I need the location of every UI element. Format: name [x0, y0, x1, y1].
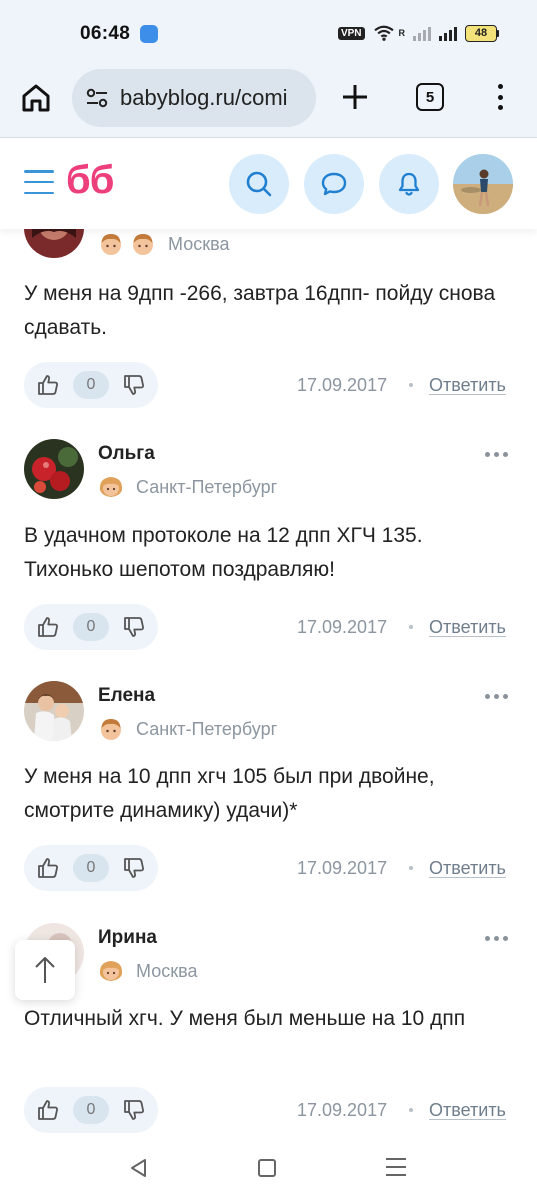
- home-nav-icon[interactable]: [258, 1159, 276, 1177]
- back-icon[interactable]: [128, 1157, 150, 1179]
- separator-dot: [409, 866, 413, 870]
- author-name[interactable]: Ирина: [98, 927, 157, 949]
- like-icon[interactable]: [36, 615, 60, 639]
- battery-level: 48: [465, 24, 497, 42]
- like-icon[interactable]: [36, 373, 60, 397]
- like-icon[interactable]: [36, 856, 60, 880]
- tab-switcher-button[interactable]: 5: [416, 83, 444, 111]
- user-avatar[interactable]: [453, 154, 513, 214]
- comment-text: Отличный хгч. У меня был меньше на 10 дп…: [24, 1007, 466, 1030]
- new-tab-icon[interactable]: [340, 82, 370, 112]
- battery-icon: 48: [465, 24, 499, 42]
- comment-text: В удачном протоколе на 12 дпп ХГЧ 135. Т…: [24, 524, 423, 581]
- comment-rating: 0: [24, 1087, 158, 1133]
- browser-menu-icon[interactable]: [492, 82, 508, 112]
- girl-icon: [99, 477, 123, 497]
- dislike-icon[interactable]: [122, 615, 146, 639]
- like-count: 0: [73, 613, 109, 641]
- comment-rating: 0: [24, 362, 158, 408]
- browser-toolbar: babyblog.ru/comi 5: [0, 66, 537, 138]
- comment-item: Ирина Москва Отличный хгч. У меня был ме…: [0, 923, 537, 1140]
- hamburger-menu-icon[interactable]: [24, 170, 54, 194]
- boy-icon: [101, 234, 121, 255]
- comment-date: 17.09.2017: [297, 375, 388, 395]
- like-icon[interactable]: [36, 1098, 60, 1122]
- author-name[interactable]: Ольга: [98, 443, 155, 465]
- boy-icon: [133, 234, 153, 255]
- comment-date: 17.09.2017: [297, 1100, 388, 1120]
- author-city: Москва: [168, 233, 230, 254]
- author-meta: Санкт-Петербург: [98, 474, 277, 500]
- arrow-up-icon: [35, 957, 55, 983]
- separator-dot: [409, 1108, 413, 1112]
- author-city: Москва: [136, 960, 198, 981]
- status-time: 06:48: [80, 23, 131, 44]
- messages-button[interactable]: [304, 154, 364, 214]
- comment-item: Елена Санкт-Петербург У меня на 10 дпп х…: [0, 681, 537, 911]
- roaming-indicator: R: [398, 28, 406, 38]
- more-options-icon[interactable]: [485, 694, 508, 699]
- comment-rating: 0: [24, 604, 158, 650]
- cell-signal-icon-2: [439, 25, 457, 41]
- system-navigation-bar: [0, 1140, 537, 1200]
- separator-dot: [409, 383, 413, 387]
- scroll-to-top-button[interactable]: [15, 940, 75, 1000]
- author-city: Санкт-Петербург: [136, 476, 278, 497]
- weather-app-icon: [140, 25, 158, 43]
- comment-rating: 0: [24, 845, 158, 891]
- url-text[interactable]: babyblog.ru/comi: [120, 85, 288, 111]
- author-city: Санкт-Петербург: [136, 718, 278, 739]
- comment-text: У меня на 9дпп -266, завтра 16дпп- пойду…: [24, 282, 496, 339]
- boy-icon: [101, 719, 121, 740]
- more-options-icon[interactable]: [485, 936, 508, 941]
- comment-item: Ольга Санкт-Петербург В удачном протокол…: [0, 439, 537, 669]
- comment-date: 17.09.2017: [297, 617, 388, 637]
- reply-link[interactable]: Ответить: [429, 375, 506, 396]
- author-meta: Москва: [98, 231, 229, 257]
- avatar[interactable]: [24, 681, 84, 741]
- status-indicators: VPN R 48: [337, 24, 499, 42]
- like-count: 0: [73, 1096, 109, 1124]
- like-count: 0: [73, 854, 109, 882]
- author-meta: Санкт-Петербург: [98, 716, 277, 742]
- girl-icon: [99, 961, 123, 981]
- cell-signal-icon: [413, 25, 431, 41]
- status-bar: 06:48 VPN R 48: [0, 0, 537, 66]
- like-count: 0: [73, 371, 109, 399]
- chat-icon: [321, 172, 347, 196]
- site-settings-icon[interactable]: [84, 85, 110, 111]
- dislike-icon[interactable]: [122, 373, 146, 397]
- more-options-icon[interactable]: [485, 452, 508, 457]
- site-header: бб: [0, 139, 537, 229]
- reply-link[interactable]: Ответить: [429, 858, 506, 879]
- separator-dot: [409, 625, 413, 629]
- avatar[interactable]: [24, 439, 84, 499]
- site-logo[interactable]: бб: [66, 158, 114, 203]
- address-bar[interactable]: babyblog.ru/comi: [72, 69, 316, 127]
- notifications-button[interactable]: [379, 154, 439, 214]
- reply-link[interactable]: Ответить: [429, 617, 506, 638]
- recents-icon[interactable]: [386, 1158, 406, 1176]
- dislike-icon[interactable]: [122, 856, 146, 880]
- comment-text: У меня на 10 дпп хгч 105 был при двойне,…: [24, 765, 435, 822]
- search-button[interactable]: [229, 154, 289, 214]
- bell-icon: [398, 172, 420, 196]
- author-name[interactable]: Елена: [98, 685, 155, 707]
- search-icon: [246, 171, 272, 197]
- dislike-icon[interactable]: [122, 1098, 146, 1122]
- wifi-icon: [373, 25, 394, 41]
- comment-item: Москва У меня на 9дпп -266, завтра 16дпп…: [0, 198, 537, 418]
- home-icon[interactable]: [20, 82, 52, 114]
- reply-link[interactable]: Ответить: [429, 1100, 506, 1121]
- author-meta: Москва: [98, 958, 197, 984]
- comment-date: 17.09.2017: [297, 858, 388, 878]
- vpn-icon: VPN: [337, 26, 365, 40]
